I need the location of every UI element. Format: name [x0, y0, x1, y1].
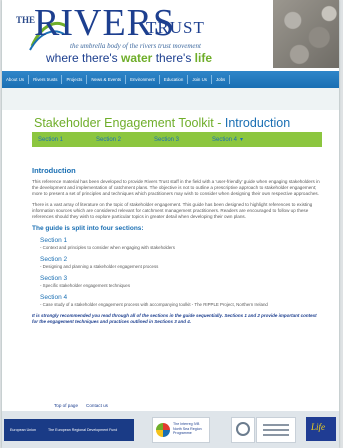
main-nav: About Us Rivers trusts Projects News & E… — [2, 71, 339, 88]
footer-links: Top of page Contact us — [2, 400, 339, 410]
logo-tagline: the umbrella body of the rivers trust mo… — [70, 42, 201, 50]
nav-item-rivers-trusts[interactable]: Rivers trusts — [29, 75, 63, 84]
nav-item-education[interactable]: Education — [160, 75, 189, 84]
eu-life-logo[interactable]: Life — [306, 417, 336, 441]
intro-paragraph-2: There is a vast array of literature on t… — [32, 202, 313, 219]
list-item: Section 1 - Context and principles to co… — [40, 237, 322, 251]
site-header: THE RIVERS TRUST the umbrella body of th… — [2, 0, 339, 71]
logo-line — [263, 434, 289, 436]
nav-item-join-us[interactable]: Join Us — [188, 75, 212, 84]
erdf-label: The European Regional Development Fund — [47, 428, 118, 432]
eu-union-label: European Union — [10, 428, 36, 432]
section-2-link[interactable]: Section 2 — [40, 256, 322, 264]
seal-icon — [236, 422, 250, 436]
logo-trust: TRUST — [146, 18, 205, 37]
contact-us-link[interactable]: Contact us — [86, 403, 108, 408]
reading-note: It is strongly recommended you read thro… — [32, 313, 317, 324]
list-item: Section 4 - Case study of a stakeholder … — [40, 294, 322, 308]
partner-seal-logo[interactable] — [231, 417, 255, 443]
list-item: Section 3 - Specific stakeholder engagem… — [40, 275, 322, 289]
section-3-link[interactable]: Section 3 — [40, 275, 322, 283]
top-of-page-link[interactable]: Top of page — [54, 403, 78, 408]
nav-item-projects[interactable]: Projects — [62, 75, 88, 84]
logo-line — [263, 429, 289, 431]
main-content: Introduction This reference material has… — [32, 166, 322, 325]
section-4-link[interactable]: Section 4 — [40, 294, 322, 302]
tab-section-2[interactable]: Section 2 — [90, 137, 148, 143]
logo-the: THE — [16, 15, 36, 25]
tab-section-4[interactable]: Section 4 — [206, 137, 264, 143]
rivers-trust-logo[interactable]: THE RIVERS TRUST the umbrella body of th… — [8, 2, 238, 68]
header-band — [2, 88, 339, 110]
north-sea-region-logo[interactable]: The Interreg IVB North Sea Region Progra… — [152, 417, 210, 443]
partner-logo[interactable] — [256, 417, 296, 443]
list-item: Section 2 - Designing and planning a sta… — [40, 256, 322, 270]
nav-item-news-events[interactable]: News & Events — [87, 75, 127, 84]
nav-item-about-us[interactable]: About Us — [2, 75, 30, 84]
logo-line — [263, 424, 289, 426]
guide-heading: The guide is split into four sections: — [32, 225, 144, 232]
interreg-icon — [156, 423, 170, 437]
erdf-banner[interactable]: European Union The European Regional Dev… — [4, 419, 134, 441]
section-4-description: - Case study of a stakeholder engagement… — [40, 302, 268, 307]
section-nav: Section 1 Section 2 Section 3 Section 4 … — [32, 132, 322, 147]
page-title: Stakeholder Engagement Toolkit - Introdu… — [34, 116, 291, 130]
intro-paragraph-1: This reference material has been develop… — [32, 179, 320, 196]
nav-item-jobs[interactable]: Jobs — [212, 75, 231, 84]
section-1-description: - Context and principles to consider whe… — [40, 245, 175, 250]
chevron-down-icon[interactable]: ▾ — [240, 136, 243, 143]
nsr-label: The Interreg IVB North Sea Region Progra… — [173, 422, 202, 435]
life-label: Life — [311, 422, 326, 432]
intro-heading: Introduction — [32, 166, 76, 175]
page: THE RIVERS TRUST the umbrella body of th… — [2, 0, 339, 448]
logo-slogan: where there's water there's life — [46, 51, 213, 65]
section-3-description: - Specific stakeholder engagement techni… — [40, 283, 131, 288]
nav-item-environment[interactable]: Environment — [126, 75, 160, 84]
pebbles-photo — [273, 0, 339, 68]
tab-section-3[interactable]: Section 3 — [148, 137, 206, 143]
tab-section-1[interactable]: Section 1 — [32, 137, 90, 143]
section-1-link[interactable]: Section 1 — [40, 237, 322, 245]
footer-logos: European Union The European Regional Dev… — [2, 411, 339, 448]
section-2-description: - Designing and planning a stakeholder e… — [40, 264, 159, 269]
